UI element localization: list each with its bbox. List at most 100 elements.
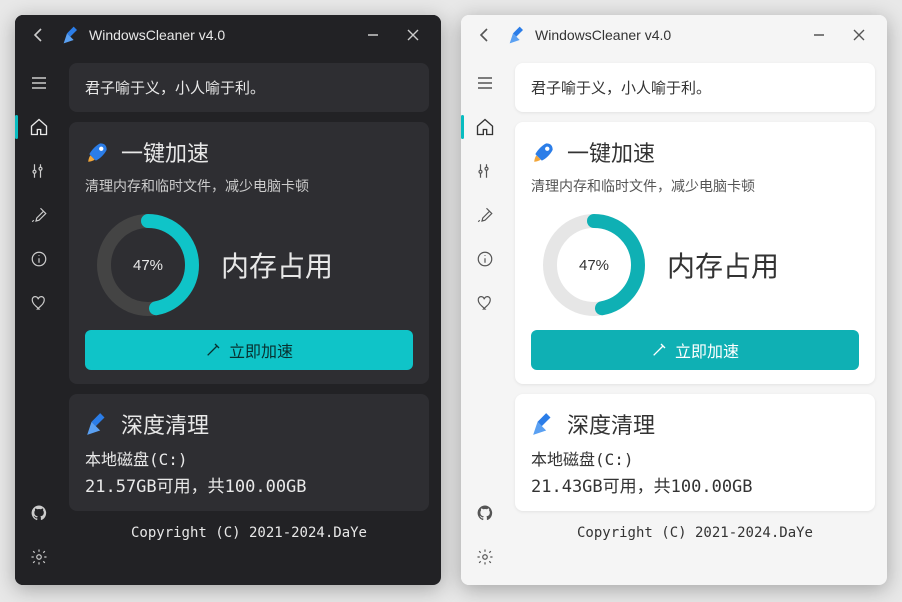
info-icon [30, 250, 48, 268]
gauge-percent: 47% [539, 210, 649, 320]
nav-tools[interactable] [465, 151, 505, 191]
gauge-label: 内存占用 [667, 245, 779, 285]
nav-clean[interactable] [19, 195, 59, 235]
boost-card: 一键加速 清理内存和临时文件，减少电脑卡顿 47% 内存占用 立即加速 [69, 122, 429, 384]
clean-title: 深度清理 [121, 408, 209, 440]
app-logo [61, 24, 83, 46]
window-body: 君子喻于义，小人喻于利。 一键加速 清理内存和临时文件，减少电脑卡顿 [461, 55, 887, 585]
nav-clean[interactable] [465, 195, 505, 235]
nav-favorite[interactable] [19, 283, 59, 323]
copyright: Copyright (C) 2021-2024.DaYe [515, 521, 875, 543]
broom-icon [508, 25, 528, 45]
sidebar [461, 55, 509, 585]
wand-icon [651, 342, 667, 358]
boost-button-label: 立即加速 [675, 338, 739, 362]
tools-icon [476, 162, 494, 180]
app-title: WindowsCleaner v4.0 [535, 27, 799, 43]
close-button[interactable] [393, 19, 433, 51]
gauge-percent: 47% [93, 210, 203, 320]
github-icon [30, 504, 48, 522]
boost-head: 一键加速 [85, 136, 413, 168]
nav-info[interactable] [465, 239, 505, 279]
nav-menu-button[interactable] [465, 63, 505, 103]
boost-card: 一键加速 清理内存和临时文件，减少电脑卡顿 47% 内存占用 立即加速 [515, 122, 875, 384]
wand-icon [205, 342, 221, 358]
nav-home[interactable] [19, 107, 59, 147]
sidebar [15, 55, 63, 585]
boost-subtitle: 清理内存和临时文件，减少电脑卡顿 [85, 176, 413, 196]
menu-icon [30, 74, 48, 92]
window-dark: WindowsCleaner v4.0 [15, 15, 441, 585]
close-icon [407, 29, 419, 41]
brush-icon [476, 206, 494, 224]
quote-text: 君子喻于义，小人喻于利。 [531, 80, 711, 97]
broom-icon [85, 411, 111, 437]
gauge-label: 内存占用 [221, 245, 333, 285]
copyright: Copyright (C) 2021-2024.DaYe [69, 521, 429, 543]
minimize-icon [813, 29, 825, 41]
nav-settings[interactable] [465, 537, 505, 577]
minimize-button[interactable] [799, 19, 839, 51]
main-content: 君子喻于义，小人喻于利。 一键加速 清理内存和临时文件，减少电脑卡顿 [63, 55, 441, 585]
gear-icon [476, 548, 494, 566]
nav-home[interactable] [465, 107, 505, 147]
disk-label: 本地磁盘(C:) [85, 446, 413, 470]
nav-github[interactable] [465, 493, 505, 533]
nav-github[interactable] [19, 493, 59, 533]
quote-text: 君子喻于义，小人喻于利。 [85, 80, 265, 97]
boost-button-label: 立即加速 [229, 338, 293, 362]
gear-icon [30, 548, 48, 566]
clean-card: 深度清理 本地磁盘(C:) 21.57GB可用，共100.00GB [69, 394, 429, 511]
nav-tools[interactable] [19, 151, 59, 191]
home-icon [29, 117, 49, 137]
broom-icon [531, 411, 557, 437]
clean-card: 深度清理 本地磁盘(C:) 21.43GB可用，共100.00GB [515, 394, 875, 511]
heart-icon [476, 294, 494, 312]
clean-head: 深度清理 [531, 408, 859, 440]
heart-icon [30, 294, 48, 312]
nav-menu-button[interactable] [19, 63, 59, 103]
info-icon [476, 250, 494, 268]
nav-info[interactable] [19, 239, 59, 279]
app-logo [507, 24, 529, 46]
back-button[interactable] [469, 19, 501, 51]
close-icon [853, 29, 865, 41]
minimize-icon [367, 29, 379, 41]
quote-card: 君子喻于义，小人喻于利。 [69, 63, 429, 112]
memory-gauge: 47% [539, 210, 649, 320]
boost-title: 一键加速 [121, 136, 209, 168]
home-icon [475, 117, 495, 137]
boost-button[interactable]: 立即加速 [531, 330, 859, 370]
gauge-row: 47% 内存占用 [93, 210, 413, 320]
boost-title: 一键加速 [567, 136, 655, 168]
rocket-icon [85, 139, 111, 165]
app-title: WindowsCleaner v4.0 [89, 27, 353, 43]
nav-favorite[interactable] [465, 283, 505, 323]
boost-button[interactable]: 立即加速 [85, 330, 413, 370]
window-light: WindowsCleaner v4.0 [461, 15, 887, 585]
broom-icon [62, 25, 82, 45]
disk-stats: 21.57GB可用，共100.00GB [85, 472, 413, 497]
arrow-left-icon [31, 27, 47, 43]
clean-title: 深度清理 [567, 408, 655, 440]
close-button[interactable] [839, 19, 879, 51]
memory-gauge: 47% [93, 210, 203, 320]
minimize-button[interactable] [353, 19, 393, 51]
disk-stats: 21.43GB可用，共100.00GB [531, 472, 859, 497]
main-content: 君子喻于义，小人喻于利。 一键加速 清理内存和临时文件，减少电脑卡顿 [509, 55, 887, 585]
arrow-left-icon [477, 27, 493, 43]
boost-subtitle: 清理内存和临时文件，减少电脑卡顿 [531, 176, 859, 196]
boost-head: 一键加速 [531, 136, 859, 168]
clean-head: 深度清理 [85, 408, 413, 440]
menu-icon [476, 74, 494, 92]
window-body: 君子喻于义，小人喻于利。 一键加速 清理内存和临时文件，减少电脑卡顿 [15, 55, 441, 585]
quote-card: 君子喻于义，小人喻于利。 [515, 63, 875, 112]
github-icon [476, 504, 494, 522]
gauge-row: 47% 内存占用 [539, 210, 859, 320]
disk-label: 本地磁盘(C:) [531, 446, 859, 470]
rocket-icon [531, 139, 557, 165]
tools-icon [30, 162, 48, 180]
titlebar: WindowsCleaner v4.0 [461, 15, 887, 55]
nav-settings[interactable] [19, 537, 59, 577]
back-button[interactable] [23, 19, 55, 51]
